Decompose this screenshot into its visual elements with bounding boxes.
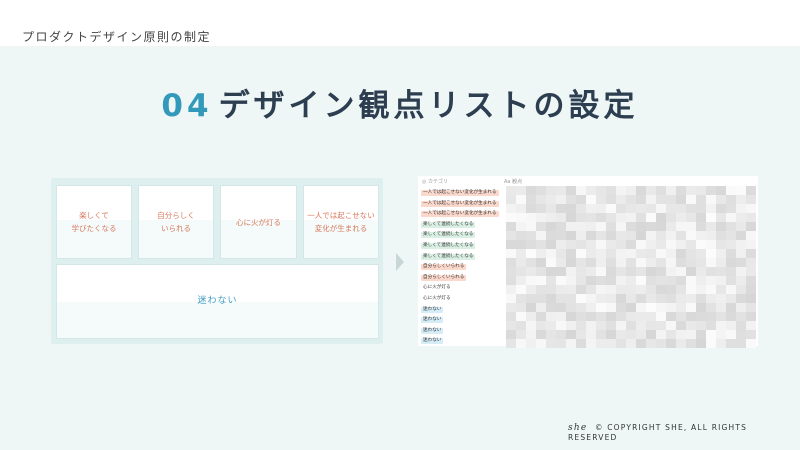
- section-number: 04: [161, 88, 213, 124]
- category-tag: 一人では起こせない変化が生まれる: [421, 211, 499, 218]
- footer: she © COPYRIGHT SHE, ALL RIGHTS RESERVED: [568, 423, 800, 442]
- category-tag: 一人では起こせない変化が生まれる: [421, 190, 499, 196]
- category-tag: 楽しくて連続したくなる: [421, 221, 476, 228]
- principle-card: 楽しくて 学びたくなる: [57, 186, 131, 258]
- principle-card: 自分らしく いられる: [139, 186, 213, 258]
- card-label: 自分らしく いられる: [157, 211, 195, 233]
- principle-card-wide: 迷わない: [57, 265, 378, 338]
- title-text: デザイン観点リストの設定: [218, 88, 639, 124]
- category-tag: 心に火が灯る: [423, 285, 451, 291]
- copyright-text: © COPYRIGHT SHE, ALL RIGHTS RESERVED: [568, 423, 748, 442]
- column-header-viewpoint: Aa 観点: [504, 179, 523, 185]
- category-tag: 迷わない: [421, 338, 444, 345]
- category-tag: 楽しくて連続したくなる: [421, 232, 476, 239]
- category-tag: 楽しくて連続したくなる: [421, 253, 476, 260]
- viewpoint-table: ◎ カテゴリ Aa 観点 一人では起こせない変化が生まれる 一人では起こせない変化…: [418, 176, 758, 349]
- category-tag: 心に火が灯る: [423, 295, 451, 301]
- category-tag: 迷わない: [421, 306, 444, 313]
- card-label: 迷わない: [197, 296, 238, 306]
- category-list: 一人では起こせない変化が生まれる 一人では起こせない変化が生まれる 一人では起こせな…: [421, 190, 499, 349]
- category-tag: 楽しくて連続したくなる: [421, 242, 476, 249]
- brand-logo: she: [568, 423, 588, 433]
- breadcrumb: プロダクトデザイン原則の制定: [22, 30, 212, 44]
- top-bar: プロダクトデザイン原則の制定: [0, 0, 800, 46]
- arrow-right-icon: [396, 253, 404, 271]
- card-label: 一人では起こせない 変化が生まれる: [307, 211, 375, 233]
- blurred-content: [506, 186, 756, 348]
- card-label: 楽しくて 学びたくなる: [71, 211, 117, 233]
- principle-card: 心に火が灯る: [221, 186, 296, 258]
- category-tag: 一人では起こせない変化が生まれる: [421, 200, 499, 207]
- category-tag: 迷わない: [421, 327, 444, 334]
- principle-card: 一人では起こせない 変化が生まれる: [304, 186, 378, 258]
- category-tag: 迷わない: [421, 317, 444, 324]
- principle-card-panel: 楽しくて 学びたくなる 自分らしく いられる 心に火が灯る 一人では起こせない …: [51, 178, 383, 344]
- page-title: 04 デザイン観点リストの設定: [0, 80, 800, 125]
- card-label: 心に火が灯る: [236, 217, 281, 227]
- category-tag: 自分らしくいられる: [421, 264, 467, 271]
- category-tag: 自分らしくいられる: [421, 274, 467, 281]
- column-header-category: ◎ カテゴリ: [422, 179, 448, 185]
